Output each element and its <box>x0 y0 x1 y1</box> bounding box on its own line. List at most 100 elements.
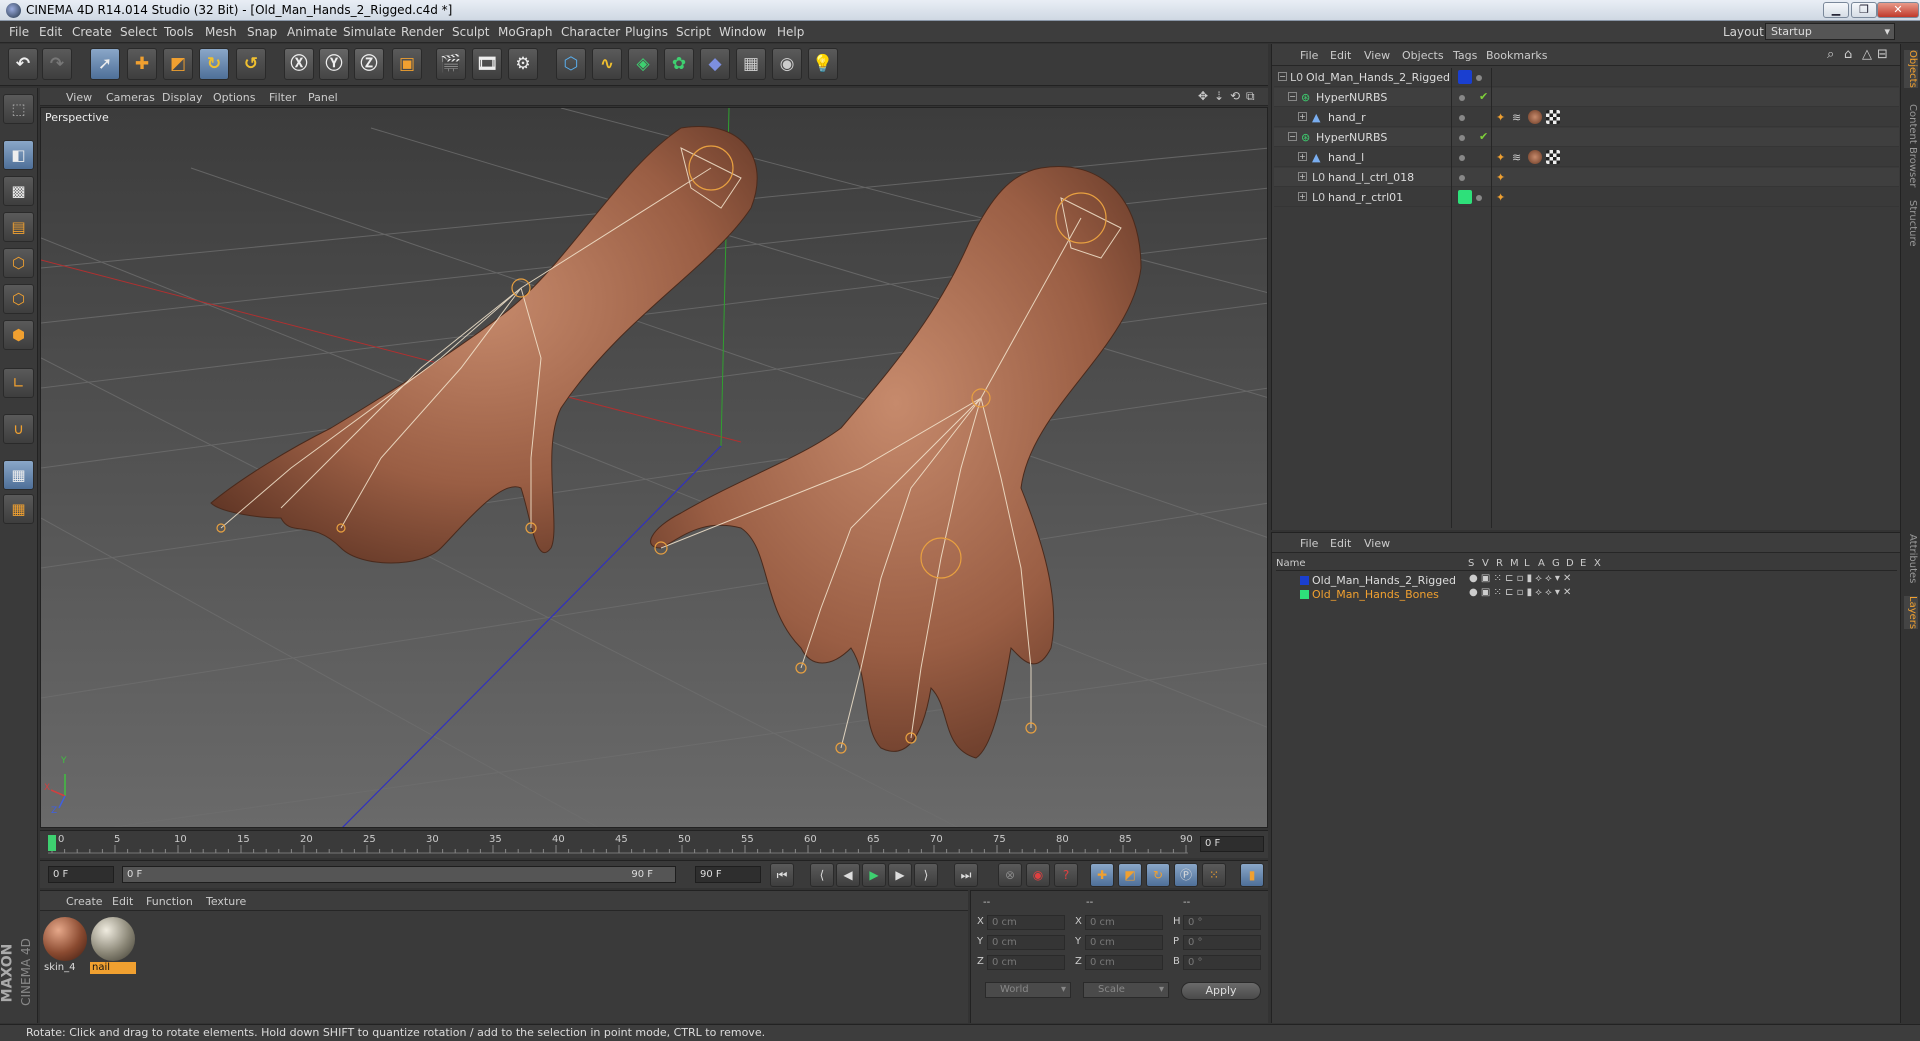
material-skin[interactable]: skin_4 <box>42 917 88 975</box>
vp-menu-view[interactable]: View <box>66 91 92 104</box>
add-camera-button[interactable]: ◉ <box>772 48 802 80</box>
visibility-dot[interactable] <box>1459 115 1465 121</box>
prev-frame-button[interactable]: ◀ <box>836 863 860 887</box>
prev-key-button[interactable]: ⟨ <box>810 863 834 887</box>
size-z-field[interactable]: 0 cm <box>1085 955 1163 970</box>
minimize-button[interactable]: ▁ <box>1823 2 1849 18</box>
tree-row[interactable]: + L0 hand_r_ctrl01 ✦ <box>1274 188 1899 207</box>
collapse-toggle[interactable]: − <box>1288 92 1297 101</box>
make-editable-button[interactable]: ⬚ <box>3 94 34 124</box>
vp-menu-options[interactable]: Options <box>213 91 255 104</box>
coordinate-system-button[interactable]: ▣ <box>392 48 422 80</box>
expand-toggle[interactable]: + <box>1298 112 1307 121</box>
size-x-field[interactable]: 0 cm <box>1085 915 1163 930</box>
mat-menu-texture[interactable]: Texture <box>206 895 246 908</box>
add-deformer-button[interactable]: ◆ <box>700 48 730 80</box>
position-x-field[interactable]: 0 cm <box>987 915 1065 930</box>
vp-menu-filter[interactable]: Filter <box>269 91 296 104</box>
tree-row[interactable]: − ⊛ HyperNURBS ✔ <box>1274 128 1899 147</box>
texture-tag-icon[interactable] <box>1546 110 1560 124</box>
render-picture-viewer-button[interactable]: 🎞 <box>472 48 502 80</box>
tree-row[interactable]: − L0 Old_Man_Hands_2_Rigged <box>1274 68 1899 87</box>
mat-menu-edit[interactable]: Edit <box>112 895 133 908</box>
layer-menu-edit[interactable]: Edit <box>1330 537 1351 550</box>
enabled-check-icon[interactable]: ✔ <box>1479 130 1488 143</box>
goto-end-button[interactable]: ⏭ <box>954 863 978 887</box>
goto-start-button[interactable]: ⏮ <box>770 863 794 887</box>
model-mode-button[interactable]: ◧ <box>3 140 34 170</box>
collapse-icon[interactable]: ⊟ <box>1877 47 1888 62</box>
axis-mode-button[interactable]: ∟ <box>3 368 34 398</box>
collapse-toggle[interactable]: − <box>1288 132 1297 141</box>
3d-viewport[interactable]: Perspective Y X Z <box>40 107 1268 828</box>
tree-row[interactable]: + ▲ hand_l ✦ ≋ <box>1274 148 1899 167</box>
material-tag-icon[interactable] <box>1528 110 1542 124</box>
add-spline-button[interactable]: ∿ <box>592 48 622 80</box>
menu-create[interactable]: Create <box>72 25 112 39</box>
layer-flags-icon[interactable]: ● ▣ ⁙ ⊏ ▫ ▮ ⟡ ⟡ ▾ ✕ <box>1469 573 1571 584</box>
menu-window[interactable]: Window <box>719 25 766 39</box>
render-view-button[interactable]: 🎬 <box>436 48 466 80</box>
obj-menu-bookmarks[interactable]: Bookmarks <box>1486 49 1547 62</box>
expand-toggle[interactable]: + <box>1298 152 1307 161</box>
position-z-field[interactable]: 0 cm <box>987 955 1065 970</box>
menu-sculpt[interactable]: Sculpt <box>452 25 489 39</box>
workplane-mode-button[interactable]: ▤ <box>3 212 34 242</box>
hierarchy-up-icon[interactable]: △ <box>1862 47 1872 62</box>
obj-menu-objects[interactable]: Objects <box>1402 49 1444 62</box>
tab-structure[interactable]: Structure <box>1904 200 1918 247</box>
visibility-dot[interactable] <box>1459 135 1465 141</box>
skin-tag-icon[interactable]: ≋ <box>1512 151 1521 164</box>
column-divider[interactable] <box>1491 68 1492 528</box>
tree-row[interactable]: − ⊛ HyperNURBS ✔ <box>1274 88 1899 107</box>
menu-character[interactable]: Character <box>561 25 620 39</box>
polygons-mode-button[interactable]: ⬢ <box>3 320 34 350</box>
menu-snap[interactable]: Snap <box>247 25 277 39</box>
enabled-check-icon[interactable]: ✔ <box>1479 90 1488 103</box>
orbit-icon[interactable]: ⟲ <box>1230 89 1240 103</box>
add-array-button[interactable]: ✿ <box>664 48 694 80</box>
texture-tag-icon[interactable] <box>1546 150 1560 164</box>
redo-button[interactable]: ↷ <box>42 48 72 80</box>
mat-menu-function[interactable]: Function <box>146 895 193 908</box>
search-icon[interactable]: ⌕ <box>1827 47 1834 62</box>
menu-help[interactable]: Help <box>777 25 804 39</box>
tab-content-browser[interactable]: Content Browser <box>1904 104 1918 187</box>
vp-menu-display[interactable]: Display <box>162 91 203 104</box>
layout-select[interactable]: Startup ▾ <box>1765 23 1895 40</box>
visibility-dot[interactable] <box>1459 175 1465 181</box>
key-scale-button[interactable]: ◩ <box>1118 863 1142 887</box>
edges-mode-button[interactable]: ⬡ <box>3 284 34 314</box>
texture-mode-button[interactable]: ▩ <box>3 176 34 206</box>
ik-tag-icon[interactable]: ✦ <box>1496 171 1505 184</box>
material-nail[interactable]: nail <box>90 917 136 975</box>
pan-icon[interactable]: ✥ <box>1198 89 1208 103</box>
rotation-b-field[interactable]: 0 ° <box>1183 955 1261 970</box>
maximize-view-icon[interactable]: ⧉ <box>1246 89 1255 104</box>
menu-script[interactable]: Script <box>676 25 711 39</box>
move-button[interactable]: ✚ <box>127 48 157 80</box>
ik-tag-icon[interactable]: ✦ <box>1496 191 1505 204</box>
snap-button[interactable]: ∪ <box>3 414 34 444</box>
menu-edit[interactable]: Edit <box>39 25 62 39</box>
menu-render[interactable]: Render <box>401 25 444 39</box>
next-key-button[interactable]: ⟩ <box>914 863 938 887</box>
add-nurbs-button[interactable]: ◈ <box>628 48 658 80</box>
expand-toggle[interactable]: + <box>1298 172 1307 181</box>
zoom-icon[interactable]: ⇣ <box>1214 89 1224 103</box>
rotation-p-field[interactable]: 0 ° <box>1183 935 1261 950</box>
next-frame-button[interactable]: ▶ <box>888 863 912 887</box>
mat-menu-create[interactable]: Create <box>66 895 103 908</box>
undo-button[interactable]: ↶ <box>8 48 38 80</box>
visibility-dot[interactable] <box>1459 95 1465 101</box>
rotation-h-field[interactable]: 0 ° <box>1183 915 1261 930</box>
menu-mesh[interactable]: Mesh <box>205 25 237 39</box>
close-button[interactable]: ✕ <box>1877 2 1919 18</box>
layer-color-swatch[interactable] <box>1300 590 1309 599</box>
obj-menu-edit[interactable]: Edit <box>1330 49 1351 62</box>
tree-row[interactable]: + L0 hand_l_ctrl_018 ✦ <box>1274 168 1899 187</box>
render-settings-button[interactable]: ⚙ <box>508 48 538 80</box>
menu-select[interactable]: Select <box>120 25 157 39</box>
key-parameter-button[interactable]: Ⓟ <box>1174 863 1198 887</box>
recent-tools-button[interactable]: ↺ <box>236 48 266 80</box>
